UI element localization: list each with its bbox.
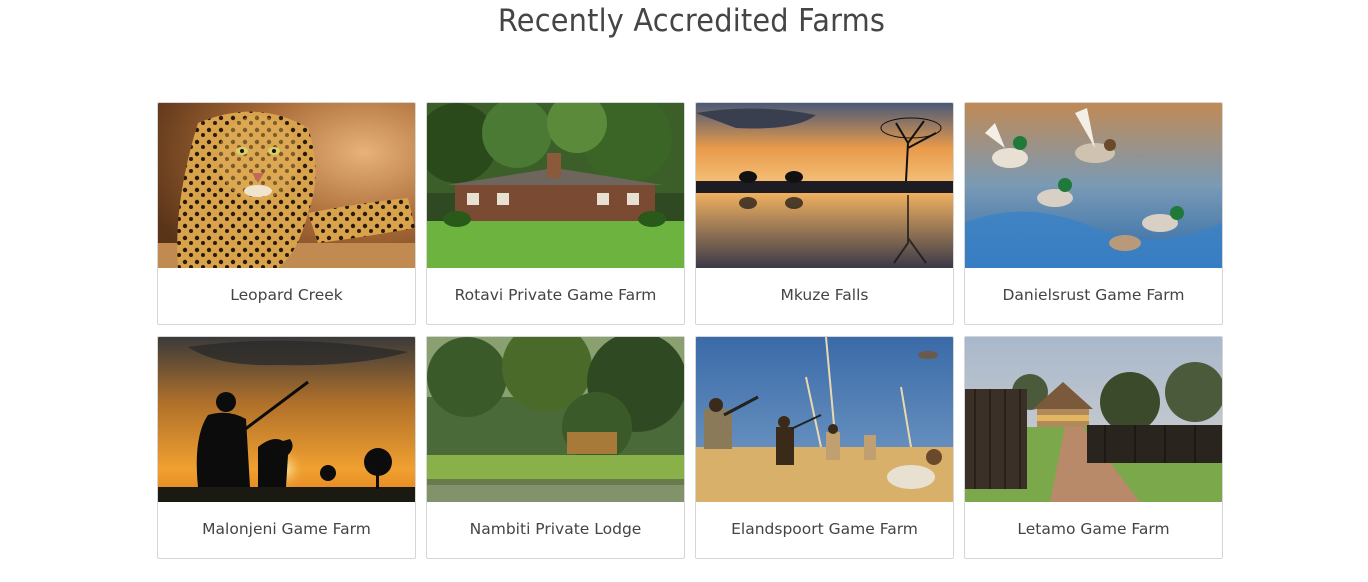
lodge-house-photo[interactable]	[427, 103, 684, 268]
farm-name[interactable]: Leopard Creek	[158, 268, 415, 324]
bird-hunters-photo[interactable]	[696, 337, 953, 502]
farm-card-mkuze-falls[interactable]: Mkuze Falls	[695, 102, 954, 325]
hunter-silhouette-photo[interactable]	[158, 337, 415, 502]
farm-name[interactable]: Malonjeni Game Farm	[158, 502, 415, 558]
farm-card-elandspoort[interactable]: Elandspoort Game Farm	[695, 336, 954, 559]
leopard-photo[interactable]	[158, 103, 415, 268]
farm-name[interactable]: Danielsrust Game Farm	[965, 268, 1222, 324]
farm-card-letamo[interactable]: Letamo Game Farm	[964, 336, 1223, 559]
farm-grid: Leopard Creek Rotavi Private Game Farm M…	[157, 102, 1223, 559]
farm-card-malonjeni[interactable]: Malonjeni Game Farm	[157, 336, 416, 559]
farm-name[interactable]: Rotavi Private Game Farm	[427, 268, 684, 324]
farm-name[interactable]: Mkuze Falls	[696, 268, 953, 324]
farm-card-nambiti[interactable]: Nambiti Private Lodge	[426, 336, 685, 559]
farm-name[interactable]: Letamo Game Farm	[965, 502, 1222, 558]
farm-card-leopard-creek[interactable]: Leopard Creek	[157, 102, 416, 325]
farm-card-danielsrust[interactable]: Danielsrust Game Farm	[964, 102, 1223, 325]
page-title: Recently Accredited Farms	[497, 3, 886, 39]
riverside-forest-photo[interactable]	[427, 337, 684, 502]
farm-name[interactable]: Nambiti Private Lodge	[427, 502, 684, 558]
farm-card-rotavi[interactable]: Rotavi Private Game Farm	[426, 102, 685, 325]
sunset-elephants-photo[interactable]	[696, 103, 953, 268]
lodge-pathway-photo[interactable]	[965, 337, 1222, 502]
farm-name[interactable]: Elandspoort Game Farm	[696, 502, 953, 558]
flying-ducks-photo[interactable]	[965, 103, 1222, 268]
